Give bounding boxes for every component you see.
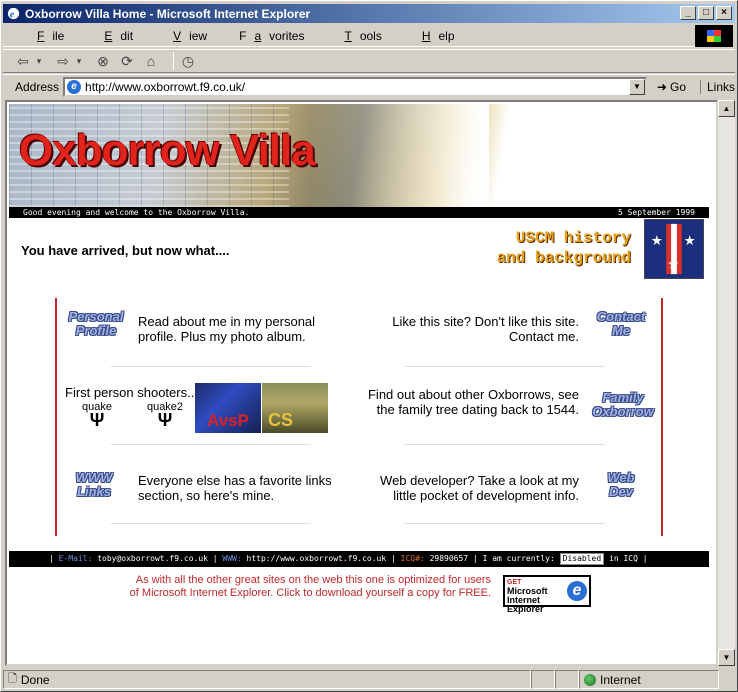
- forward-button[interactable]: ⇨: [55, 53, 71, 70]
- scroll-down-icon[interactable]: ▼: [718, 649, 735, 666]
- arrived-heading: You have arrived, but now what....: [21, 243, 230, 258]
- title-bar: e Oxborrow Villa Home - Microsoft Intern…: [3, 4, 735, 23]
- vertical-scrollbar[interactable]: ▲ ▼: [718, 100, 735, 666]
- links-text[interactable]: Everyone else has a favorite links secti…: [138, 473, 356, 503]
- family-text[interactable]: Find out about other Oxborrows, see the …: [359, 387, 579, 417]
- welcome-bar: Good evening and welcome to the Oxborrow…: [9, 207, 709, 218]
- go-arrow-icon: ➜: [656, 79, 667, 94]
- date-text: 5 September 1999: [617, 208, 695, 217]
- back-button[interactable]: ⇦: [15, 53, 31, 70]
- window-title: Oxborrow Villa Home - Microsoft Internet…: [25, 6, 311, 21]
- menu-file[interactable]: File: [13, 29, 80, 43]
- toolbar: ⇦ ▾ ⇨ ▾ ⊗ ⟳ ⌂ ◷: [3, 49, 735, 73]
- menu-view[interactable]: View: [149, 29, 223, 43]
- www-links-icon[interactable]: WWW Links: [65, 467, 123, 503]
- divider: [405, 523, 605, 524]
- icq-status-suffix: in ICQ: [609, 554, 638, 563]
- uscm-link[interactable]: USCM history and background: [489, 228, 631, 268]
- windows-logo-icon: [695, 25, 733, 47]
- contact-footer-bar: | E-Mail: toby@oxborrowt.f9.co.uk | WWW:…: [9, 551, 709, 567]
- status-zone: Internet: [579, 670, 719, 689]
- contact-me-icon[interactable]: Contact Me: [587, 306, 655, 342]
- www-label: WWW:: [222, 554, 242, 563]
- icq-number: 29890657: [429, 554, 469, 563]
- menu-help[interactable]: Help: [398, 29, 471, 43]
- svg-text:★: ★: [684, 233, 696, 249]
- icq-label: ICQ#:: [400, 554, 425, 563]
- left-red-rule: [55, 298, 57, 536]
- divider: [111, 366, 311, 367]
- fps-title: First person shooters...: [65, 385, 198, 400]
- stop-button[interactable]: ⊗: [95, 53, 111, 70]
- menu-tools[interactable]: Tools: [320, 29, 397, 43]
- address-dropdown-icon[interactable]: ▼: [628, 78, 645, 95]
- email-label: E-Mail:: [58, 554, 93, 563]
- counter-strike-image[interactable]: CS: [262, 383, 328, 433]
- address-input[interactable]: e http://www.oxborrowt.f9.co.uk/ ▼: [63, 76, 647, 97]
- toolbar-separator: [173, 52, 174, 70]
- svg-text:★: ★: [667, 256, 679, 272]
- divider: [405, 366, 605, 367]
- page-viewport: Oxborrow Villa Good evening and welcome …: [5, 100, 718, 666]
- right-red-rule: [661, 298, 663, 536]
- history-button[interactable]: ◷: [180, 53, 196, 70]
- status-done: 🗋 Done: [3, 670, 531, 689]
- ie-logo-icon: e: [567, 581, 587, 601]
- email-link[interactable]: toby@oxborrowt.f9.co.uk: [97, 554, 208, 563]
- divider: [405, 444, 605, 445]
- webdev-text[interactable]: Web developer? Take a look at my little …: [359, 473, 579, 503]
- links-button[interactable]: Links: [700, 79, 735, 94]
- svg-text:e: e: [10, 9, 15, 20]
- quake2-link[interactable]: quake2 Ψ: [145, 401, 185, 430]
- icq-status-badge: Disabled: [559, 552, 605, 565]
- go-button[interactable]: ➜ Go: [657, 80, 686, 94]
- refresh-button[interactable]: ⟳: [119, 53, 135, 70]
- ie-icon: e: [7, 7, 20, 20]
- maximize-button[interactable]: □: [698, 6, 714, 20]
- home-button[interactable]: ⌂: [143, 53, 159, 69]
- banner-image[interactable]: Oxborrow Villa: [9, 104, 709, 207]
- forward-dropdown-icon[interactable]: ▾: [71, 56, 87, 67]
- quake-link[interactable]: quake Ψ: [79, 401, 115, 430]
- banner-title: Oxborrow Villa: [19, 126, 316, 175]
- back-dropdown-icon[interactable]: ▾: [31, 56, 47, 67]
- ie-optimized-text[interactable]: As with all the other great sites on the…: [127, 574, 491, 600]
- contact-text[interactable]: Like this site? Don't like this site. Co…: [359, 314, 579, 344]
- uscm-logo-icon[interactable]: ★ ★ ★: [644, 219, 704, 279]
- get-ie-button[interactable]: GET Microsoft Internet Explorer e: [503, 575, 591, 614]
- web-dev-icon[interactable]: Web Dev: [595, 467, 647, 503]
- icq-status-label: I am currently:: [482, 554, 555, 563]
- divider: [111, 444, 311, 445]
- menu-edit[interactable]: Edit: [80, 29, 149, 43]
- globe-icon: [584, 673, 596, 686]
- personal-profile-text[interactable]: Read about me in my personal profile. Pl…: [138, 314, 348, 344]
- page-icon: e: [67, 79, 82, 94]
- address-label: Address: [15, 79, 60, 94]
- address-bar: Address e http://www.oxborrowt.f9.co.uk/…: [3, 74, 735, 98]
- svg-text:★: ★: [651, 233, 663, 249]
- quake-logo-icon: Ψ: [89, 410, 105, 430]
- browser-window: e Oxborrow Villa Home - Microsoft Intern…: [0, 0, 738, 692]
- family-oxborrow-icon[interactable]: Family Oxborrow: [587, 387, 659, 423]
- personal-profile-icon[interactable]: Personal Profile: [61, 306, 131, 342]
- scroll-up-icon[interactable]: ▲: [718, 100, 735, 117]
- avsp-image[interactable]: AvsP: [195, 383, 261, 433]
- divider: [111, 523, 311, 524]
- address-url[interactable]: http://www.oxborrowt.f9.co.uk/: [85, 80, 245, 94]
- menu-bar: File Edit View Fa vorites Tools Help: [3, 25, 695, 47]
- page-done-icon: 🗋: [8, 673, 17, 685]
- status-bar: 🗋 Done Internet: [3, 669, 735, 690]
- close-button[interactable]: ×: [716, 6, 732, 20]
- menu-favorites[interactable]: Fa vorites: [223, 29, 320, 43]
- www-link[interactable]: http://www.oxborrowt.f9.co.uk: [247, 554, 387, 563]
- welcome-text: Good evening and welcome to the Oxborrow…: [23, 208, 250, 217]
- quake2-logo-icon: Ψ: [157, 410, 173, 430]
- minimize-button[interactable]: _: [680, 6, 696, 20]
